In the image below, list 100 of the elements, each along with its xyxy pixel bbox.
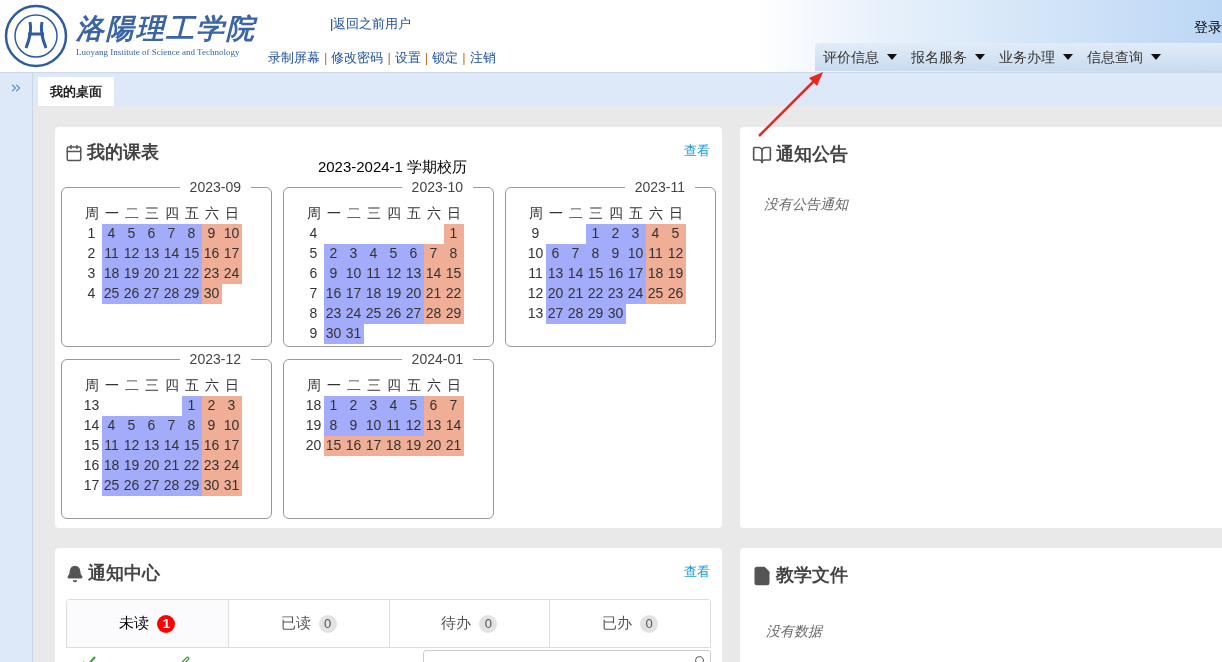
weekday-header: 四 xyxy=(385,376,402,395)
calendar-day: 2 xyxy=(605,223,626,244)
month-title: 2023-09 xyxy=(188,177,242,197)
calendar-day: 25 xyxy=(101,475,122,496)
weekday-header: 二 xyxy=(123,376,140,395)
calendar-day: 7 xyxy=(443,395,464,416)
week-number: 17 xyxy=(82,476,101,495)
count-badge: 0 xyxy=(318,614,337,633)
notice-tab[interactable]: 已办 0 xyxy=(549,600,710,647)
weekday-header: 二 xyxy=(567,204,584,223)
weekday-header: 周 xyxy=(305,376,322,395)
calendar-day: 7 xyxy=(161,415,182,436)
header-link[interactable]: 设置 xyxy=(394,47,421,67)
card-title: 通知中心 xyxy=(88,562,160,585)
calendar-day: 18 xyxy=(101,263,122,284)
weekday-header: 六 xyxy=(425,376,442,395)
notice-tab[interactable]: 未读 1 xyxy=(67,600,228,647)
header-link[interactable]: 录制屏幕 xyxy=(268,47,320,67)
calendar-day: 4 xyxy=(101,415,122,436)
calendar-day: 1 xyxy=(323,395,344,416)
page-tab[interactable]: 我的桌面 xyxy=(38,77,114,106)
week-number: 19 xyxy=(304,416,323,435)
calendar-day: 15 xyxy=(323,435,344,456)
nav-menu[interactable]: 信息查询 xyxy=(1087,46,1161,68)
header-link[interactable]: 锁定 xyxy=(432,47,459,67)
calendar-day: 6 xyxy=(141,223,162,244)
week-number: 10 xyxy=(526,244,545,263)
calendar-day: 3 xyxy=(625,223,646,244)
calendar-day: 18 xyxy=(101,455,122,476)
nav-menu[interactable]: 报名服务 xyxy=(911,46,985,68)
weekday-header: 三 xyxy=(143,204,160,223)
calendar-day: 13 xyxy=(545,263,566,284)
weekday-header: 五 xyxy=(183,204,200,223)
weekday-header: 二 xyxy=(123,204,140,223)
annotation-arrow xyxy=(757,72,825,138)
weekday-header: 一 xyxy=(103,376,120,395)
calendar-day: 1 xyxy=(181,395,202,416)
weekday-header: 六 xyxy=(203,376,220,395)
weekday-header: 日 xyxy=(223,204,240,223)
calendar-title: 2023-2024-1 学期校历 xyxy=(317,157,468,177)
calendar-day: 8 xyxy=(181,223,202,244)
month-title: 2023-11 xyxy=(633,177,686,197)
week-number: 8 xyxy=(308,304,319,323)
link-separator: | xyxy=(424,48,429,67)
nav-menu[interactable]: 业务办理 xyxy=(999,46,1073,68)
calendar-day: 5 xyxy=(121,415,142,436)
card-title: 我的课表 xyxy=(87,141,159,164)
calendar-day: 11 xyxy=(101,243,122,264)
school-emblem-icon xyxy=(4,4,68,68)
calendar-day: 1 xyxy=(585,223,606,244)
week-number: 15 xyxy=(82,436,101,455)
weekday-header: 五 xyxy=(183,376,200,395)
weekday-header: 三 xyxy=(365,204,382,223)
weekday-header: 六 xyxy=(425,204,442,223)
month-title: 2023-12 xyxy=(188,349,242,369)
weekday-header: 周 xyxy=(305,204,322,223)
week-number: 4 xyxy=(86,284,97,303)
weekday-header: 四 xyxy=(163,204,180,223)
weekday-header: 一 xyxy=(325,204,342,223)
calendar-day: 1 xyxy=(443,223,464,244)
week-number: 20 xyxy=(304,436,323,455)
calendar-day: 4 xyxy=(645,223,666,244)
weekday-header: 五 xyxy=(627,204,644,223)
calendar-day: 6 xyxy=(423,395,444,416)
weekday-header: 一 xyxy=(547,204,564,223)
school-name: 洛陽理工学院 xyxy=(76,12,256,47)
calendar-day: 3 xyxy=(221,395,242,416)
weekday-header: 周 xyxy=(83,204,100,223)
weekday-header: 日 xyxy=(223,376,240,395)
weekday-header: 三 xyxy=(587,204,604,223)
header-link[interactable]: 注销 xyxy=(469,47,496,67)
empty-message: 没有公告通知 xyxy=(763,195,850,214)
week-number: 18 xyxy=(304,396,323,415)
weekday-header: 四 xyxy=(385,204,402,223)
return-link[interactable]: 返回之前用户 xyxy=(333,14,412,34)
calendar-day: 27 xyxy=(545,303,566,324)
calendar-day: 20 xyxy=(545,283,566,304)
month-title: 2024-01 xyxy=(410,349,464,369)
weekday-header: 一 xyxy=(103,204,120,223)
caret-icon xyxy=(887,54,897,60)
header-link[interactable]: 修改密码 xyxy=(331,47,384,67)
week-number: 3 xyxy=(86,264,97,283)
weekday-header: 一 xyxy=(325,376,342,395)
weekday-header: 六 xyxy=(647,204,664,223)
calendar-day: 5 xyxy=(403,395,424,416)
calendar-icon xyxy=(65,143,83,162)
week-number: 4 xyxy=(308,224,319,243)
calendar-day: 7 xyxy=(565,243,586,264)
calendar-day: 6 xyxy=(545,243,566,264)
nav-menu[interactable]: 评价信息 xyxy=(823,46,897,68)
calendar-day: 11 xyxy=(101,435,122,456)
week-number: 16 xyxy=(82,456,101,475)
week-number: 7 xyxy=(308,284,319,303)
weekday-header: 五 xyxy=(405,376,422,395)
calendar-day: 3 xyxy=(343,243,364,264)
link-separator: | xyxy=(330,15,334,33)
weekday-header: 五 xyxy=(405,204,422,223)
month-title: 2023-10 xyxy=(410,177,464,197)
count-badge: 0 xyxy=(640,614,659,633)
expand-icon[interactable] xyxy=(9,81,23,95)
